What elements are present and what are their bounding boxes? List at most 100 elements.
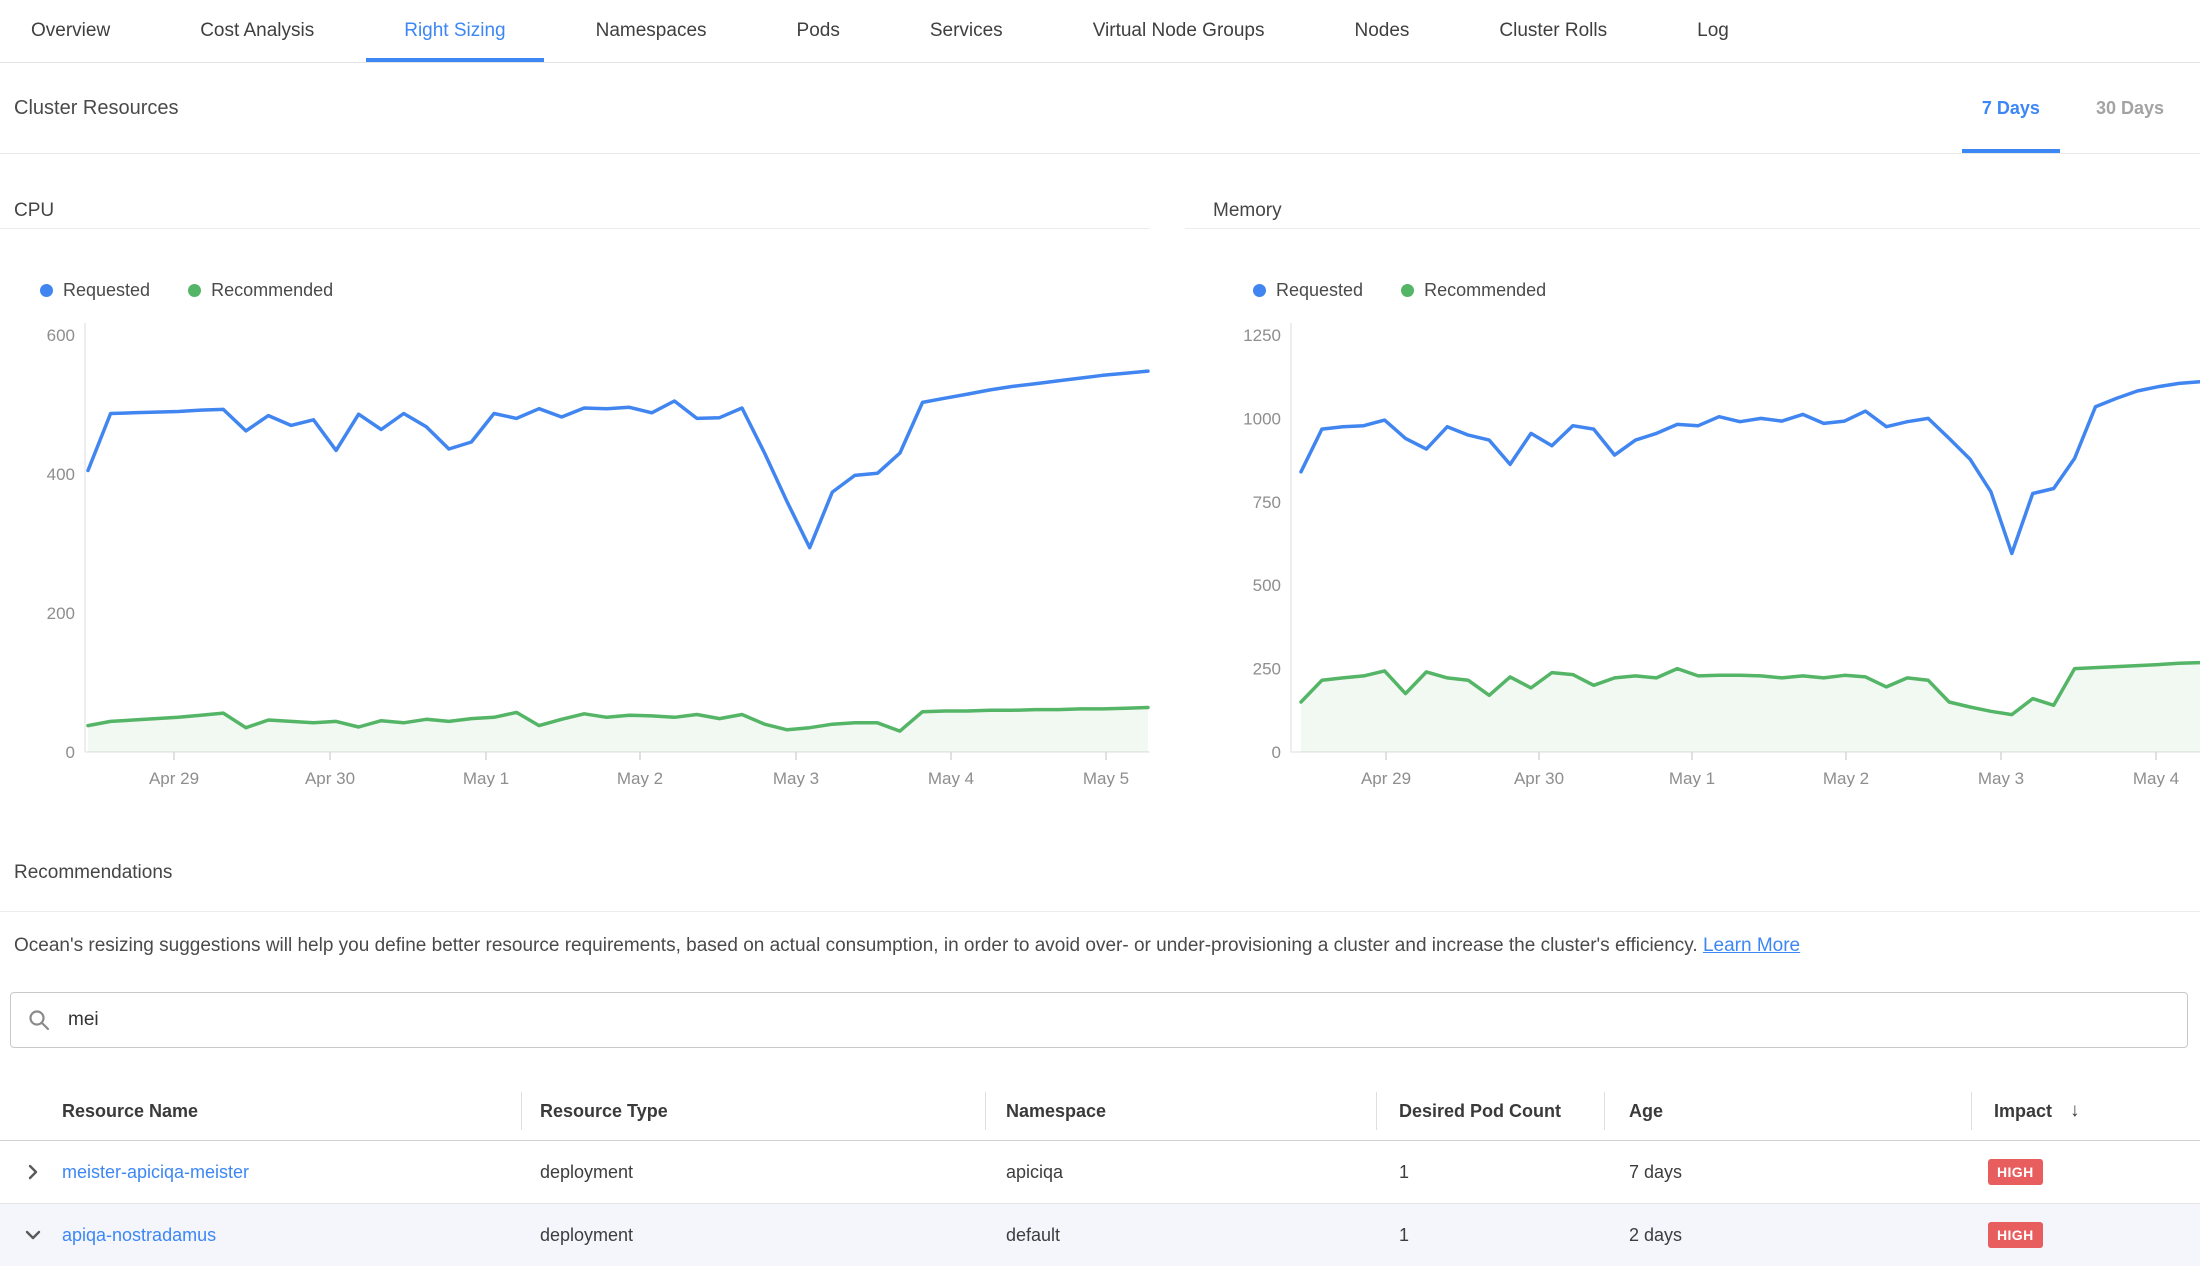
- svg-text:Apr 30: Apr 30: [1514, 769, 1564, 787]
- svg-text:May 3: May 3: [773, 769, 819, 787]
- sort-descending-icon[interactable]: ↓: [2070, 1100, 2080, 1122]
- recommendations-title: Recommendations: [14, 862, 172, 884]
- time-range-toggle: 7 Days 30 Days: [1954, 63, 2192, 153]
- legend-item-requested: Requested: [40, 280, 150, 301]
- tab-pods[interactable]: Pods: [797, 0, 840, 62]
- legend-item-recommended: Recommended: [1401, 280, 1546, 301]
- desired-pod-count-value: 1: [1399, 1141, 1409, 1203]
- tab-virtual-node-groups[interactable]: Virtual Node Groups: [1093, 0, 1265, 62]
- table-row[interactable]: meister-apiciqa-meister deployment apici…: [0, 1141, 2200, 1204]
- column-divider: [1971, 1092, 1972, 1130]
- svg-text:200: 200: [47, 604, 75, 623]
- cpu-chart-panel: CPU Requested Recommended 600 400 200 0 Apr …: [0, 154, 1150, 794]
- cpu-chart-title: CPU: [14, 200, 54, 222]
- legend-item-recommended: Recommended: [188, 280, 333, 301]
- memory-title-divider: [1185, 228, 2200, 229]
- top-tab-bar: Overview Cost Analysis Right Sizing Name…: [0, 0, 2200, 63]
- resource-name-link[interactable]: apiqa-nostradamus: [62, 1204, 216, 1266]
- col-resource-name[interactable]: Resource Name: [62, 1082, 198, 1140]
- legend-label: Recommended: [1424, 280, 1546, 301]
- table-header: Resource Name Resource Type Namespace De…: [0, 1082, 2200, 1140]
- svg-text:May 2: May 2: [1823, 769, 1869, 787]
- svg-text:0: 0: [1272, 743, 1281, 762]
- age-value: 7 days: [1629, 1141, 1682, 1203]
- age-value: 2 days: [1629, 1204, 1682, 1266]
- tab-overview[interactable]: Overview: [31, 0, 110, 62]
- svg-text:1250: 1250: [1243, 326, 1281, 345]
- recommended-legend-dot-icon: [1401, 284, 1414, 297]
- memory-chart-title: Memory: [1213, 200, 1282, 222]
- legend-item-requested: Requested: [1253, 280, 1363, 301]
- svg-text:250: 250: [1253, 660, 1281, 679]
- svg-text:Apr 30: Apr 30: [305, 769, 355, 787]
- namespace-value: default: [1006, 1204, 1060, 1266]
- cpu-title-divider: [0, 228, 1150, 229]
- requested-legend-dot-icon: [1253, 284, 1266, 297]
- col-desired-pod-count[interactable]: Desired Pod Count: [1399, 1082, 1561, 1140]
- legend-label: Recommended: [211, 280, 333, 301]
- recommendations-divider: [0, 911, 2200, 912]
- col-resource-type[interactable]: Resource Type: [540, 1082, 668, 1140]
- impact-high-badge: HIGH: [1988, 1159, 2043, 1185]
- col-impact[interactable]: Impact ↓: [1994, 1082, 2080, 1140]
- tab-services[interactable]: Services: [930, 0, 1003, 62]
- search-box: [10, 992, 2188, 1048]
- impact-cell: HIGH: [1988, 1141, 2043, 1203]
- col-namespace[interactable]: Namespace: [1006, 1082, 1106, 1140]
- svg-text:0: 0: [66, 743, 75, 762]
- tab-nodes[interactable]: Nodes: [1355, 0, 1410, 62]
- cluster-resources-title: Cluster Resources: [14, 63, 179, 153]
- column-divider: [521, 1092, 522, 1130]
- svg-text:Apr 29: Apr 29: [149, 769, 199, 787]
- tab-cost-analysis[interactable]: Cost Analysis: [200, 0, 314, 62]
- desired-pod-count-value: 1: [1399, 1204, 1409, 1266]
- svg-text:May 3: May 3: [1978, 769, 2024, 787]
- memory-chart: 1250 1000 750 500 250 0 Apr 29 Apr 30 May 1 May 2…: [1185, 317, 2200, 787]
- legend-label: Requested: [63, 280, 150, 301]
- cluster-resources-header: Cluster Resources 7 Days 30 Days: [0, 63, 2200, 154]
- svg-text:500: 500: [1253, 576, 1281, 595]
- svg-text:400: 400: [47, 465, 75, 484]
- resource-name-link[interactable]: meister-apiciqa-meister: [62, 1141, 249, 1203]
- svg-text:Apr 29: Apr 29: [1361, 769, 1411, 787]
- svg-text:750: 750: [1253, 493, 1281, 512]
- tab-namespaces[interactable]: Namespaces: [596, 0, 707, 62]
- svg-text:1000: 1000: [1243, 409, 1281, 428]
- range-7-days[interactable]: 7 Days: [1954, 63, 2068, 153]
- resource-type-value: deployment: [540, 1204, 633, 1266]
- memory-chart-panel: Memory Requested Recommended 1250 1000 750…: [1185, 154, 2200, 794]
- tab-log[interactable]: Log: [1697, 0, 1729, 62]
- svg-text:May 1: May 1: [1669, 769, 1715, 787]
- svg-text:May 4: May 4: [928, 769, 974, 787]
- recommended-legend-dot-icon: [188, 284, 201, 297]
- chevron-right-icon[interactable]: [24, 1141, 42, 1203]
- search-input[interactable]: [66, 1008, 2171, 1032]
- tab-right-sizing[interactable]: Right Sizing: [404, 0, 505, 62]
- cpu-chart: 600 400 200 0 Apr 29 Apr 30 May 1 May 2 May 3 May…: [0, 317, 1150, 787]
- svg-text:May 4: May 4: [2133, 769, 2179, 787]
- range-30-days[interactable]: 30 Days: [2068, 63, 2192, 153]
- tab-cluster-rolls[interactable]: Cluster Rolls: [1499, 0, 1607, 62]
- impact-high-badge: HIGH: [1988, 1222, 2043, 1248]
- table-row[interactable]: apiqa-nostradamus deployment default 1 2…: [0, 1204, 2200, 1266]
- col-impact-label: Impact: [1994, 1101, 2052, 1122]
- cpu-chart-legend: Requested Recommended: [40, 280, 333, 301]
- col-age[interactable]: Age: [1629, 1082, 1663, 1140]
- memory-chart-legend: Requested Recommended: [1253, 280, 1546, 301]
- namespace-value: apiciqa: [1006, 1141, 1063, 1203]
- learn-more-link[interactable]: Learn More: [1703, 935, 1800, 956]
- svg-text:600: 600: [47, 326, 75, 345]
- svg-text:May 2: May 2: [617, 769, 663, 787]
- chevron-down-icon[interactable]: [24, 1204, 42, 1266]
- svg-text:May 1: May 1: [463, 769, 509, 787]
- svg-text:May 5: May 5: [1083, 769, 1129, 787]
- recommendations-description-text: Ocean's resizing suggestions will help y…: [14, 935, 1698, 956]
- resource-type-value: deployment: [540, 1141, 633, 1203]
- impact-cell: HIGH: [1988, 1204, 2043, 1266]
- column-divider: [1604, 1092, 1605, 1130]
- column-divider: [985, 1092, 986, 1130]
- column-divider: [1376, 1092, 1377, 1130]
- search-icon: [27, 1008, 51, 1032]
- recommendations-description: Ocean's resizing suggestions will help y…: [14, 932, 2180, 959]
- requested-legend-dot-icon: [40, 284, 53, 297]
